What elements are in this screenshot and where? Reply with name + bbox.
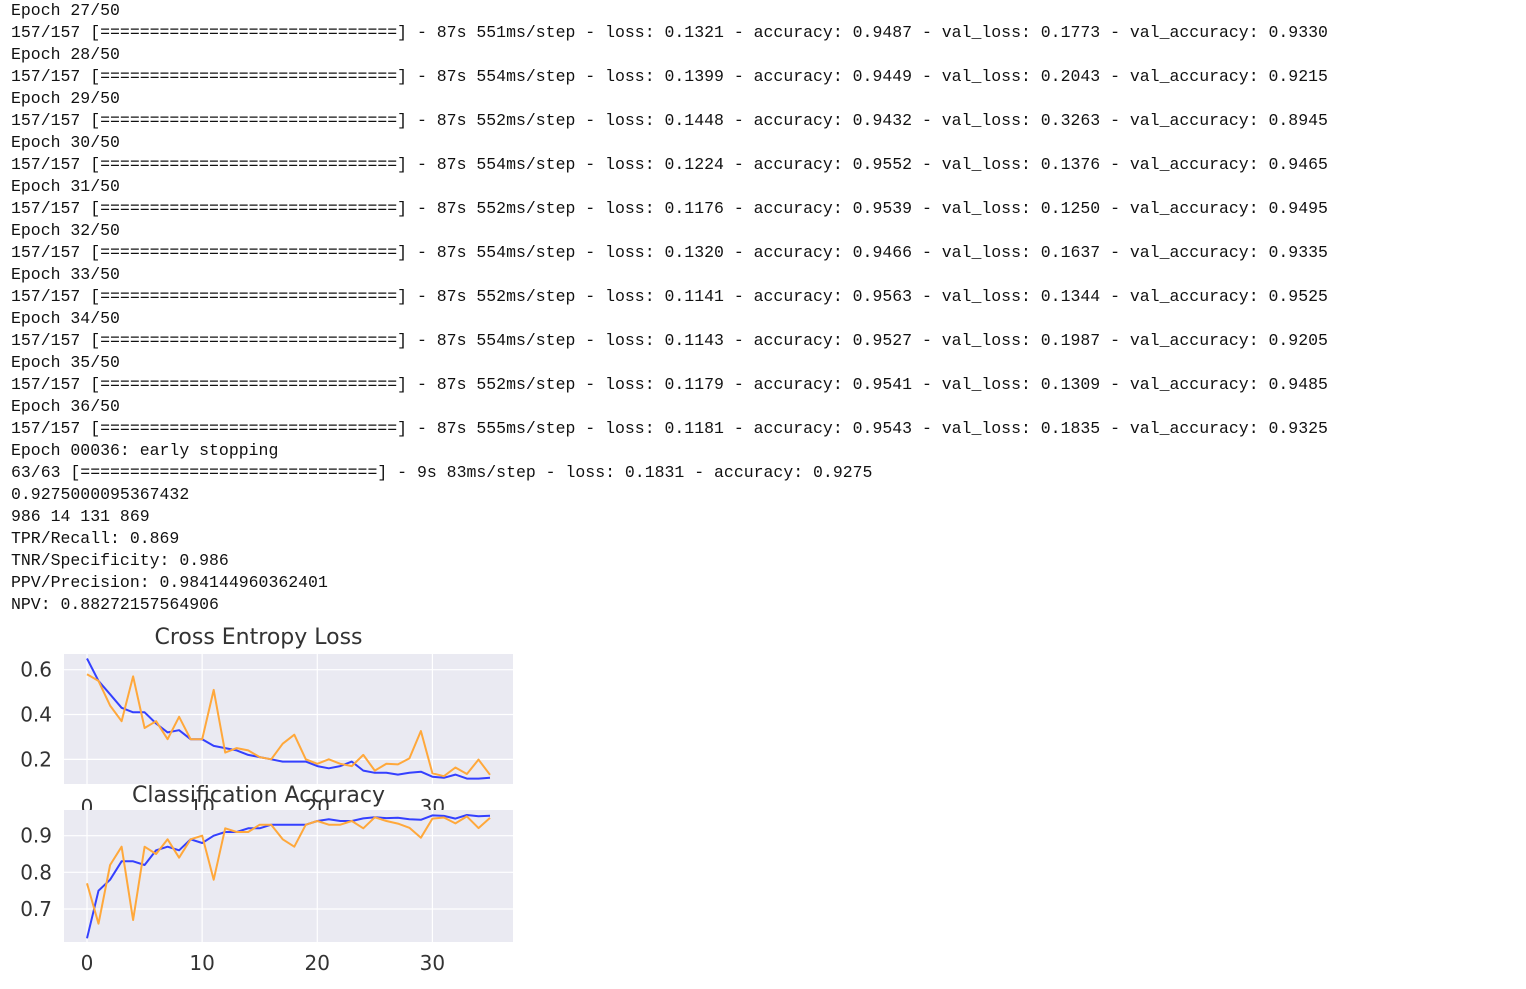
output-line: Epoch 30/50 <box>11 133 120 152</box>
y-tick-label: 0.2 <box>20 747 52 771</box>
output-line: 157/157 [==============================]… <box>11 199 1328 218</box>
output-line: Epoch 32/50 <box>11 221 120 240</box>
x-tick-label: 0 <box>81 951 94 975</box>
training-log-output: Epoch 27/50 157/157 [====================… <box>11 0 1328 616</box>
plot-area <box>64 654 513 784</box>
accuracy-chart: 0 10 20 30 0.7 0.8 0.9 Classification Accuracy <box>20 783 513 975</box>
output-line: 157/157 [==============================]… <box>11 155 1328 174</box>
y-tick-label: 0.6 <box>20 658 52 682</box>
output-line: 157/157 [==============================]… <box>11 111 1328 130</box>
y-tick-label: 0.9 <box>20 824 52 848</box>
y-tick-label: 0.7 <box>20 897 52 921</box>
x-tick-label: 20 <box>305 951 330 975</box>
plot-area <box>64 810 513 942</box>
output-line: 986 14 131 869 <box>11 507 150 526</box>
x-tick-label: 30 <box>420 951 445 975</box>
training-history-charts: 0 10 20 30 0.2 0.4 0.6 Cross Entropy Loss 0 10 20… <box>0 620 540 984</box>
output-line: Epoch 29/50 <box>11 89 120 108</box>
output-line: NPV: 0.88272157564906 <box>11 595 219 614</box>
output-line: Epoch 36/50 <box>11 397 120 416</box>
output-line: TPR/Recall: 0.869 <box>11 529 180 548</box>
chart-title: Classification Accuracy <box>132 783 385 808</box>
output-line: Epoch 28/50 <box>11 45 120 64</box>
output-line: 157/157 [==============================]… <box>11 243 1328 262</box>
output-line: 157/157 [==============================]… <box>11 287 1328 306</box>
output-line: PPV/Precision: 0.984144960362401 <box>11 573 328 592</box>
output-line: 157/157 [==============================]… <box>11 23 1328 42</box>
output-line: 157/157 [==============================]… <box>11 375 1328 394</box>
output-line: 0.9275000095367432 <box>11 485 190 504</box>
output-line: Epoch 31/50 <box>11 177 120 196</box>
chart-title: Cross Entropy Loss <box>154 625 362 650</box>
output-line: Epoch 33/50 <box>11 265 120 284</box>
output-line: 157/157 [==============================]… <box>11 67 1328 86</box>
output-line: 157/157 [==============================]… <box>11 331 1328 350</box>
y-tick-label: 0.4 <box>20 703 52 727</box>
x-tick-label: 10 <box>189 951 214 975</box>
output-line: 157/157 [==============================]… <box>11 419 1328 438</box>
y-tick-label: 0.8 <box>20 860 52 884</box>
output-line: Epoch 27/50 <box>11 1 120 20</box>
output-line: Epoch 35/50 <box>11 353 120 372</box>
output-line: TNR/Specificity: 0.986 <box>11 551 229 570</box>
output-line: Epoch 34/50 <box>11 309 120 328</box>
output-line: Epoch 00036: early stopping <box>11 441 279 460</box>
output-line: 63/63 [==============================] -… <box>11 463 873 482</box>
